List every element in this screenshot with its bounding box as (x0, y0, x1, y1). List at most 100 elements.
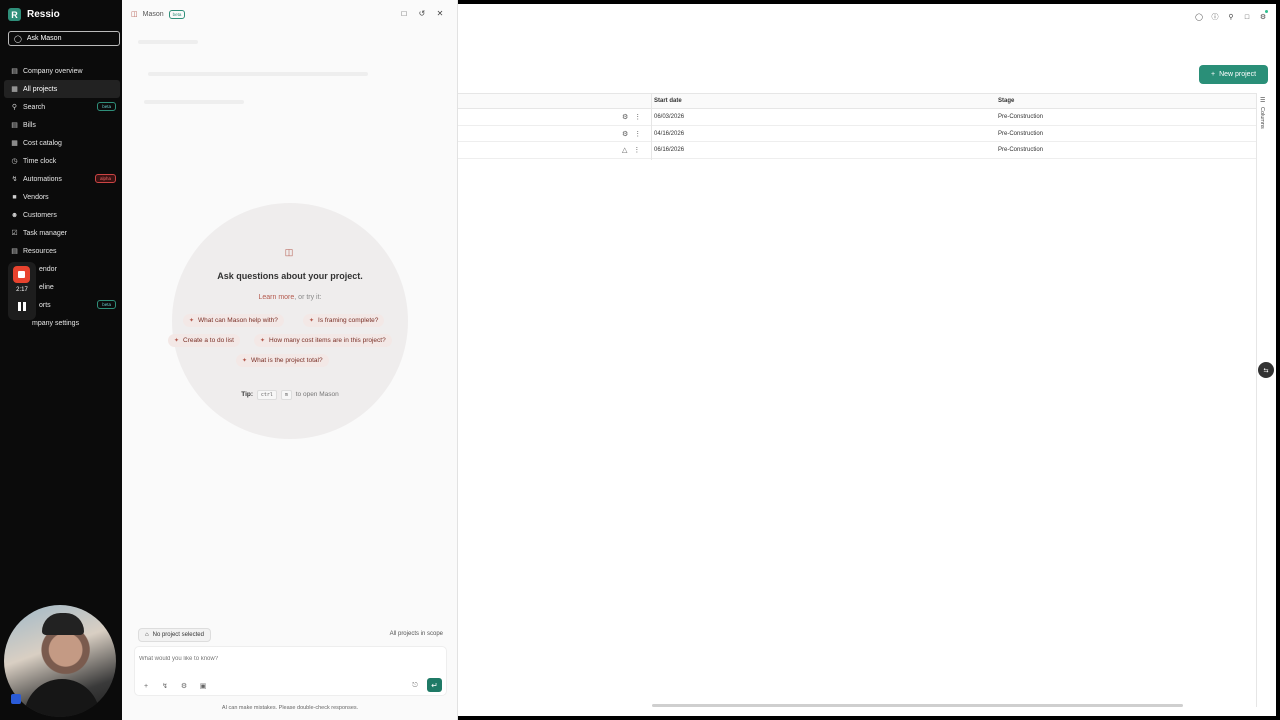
project-scope-chip[interactable]: ⌂ No project selected (138, 628, 211, 642)
new-project-button[interactable]: + New project (1199, 65, 1268, 84)
more-icon[interactable]: ⋮ (634, 130, 641, 138)
table-row[interactable]: ⚙ ⋮ 04/16/2026 Pre-Construction (458, 126, 1256, 142)
wand-icon: ✦ (174, 338, 180, 344)
mason-input-box: + ↯ ⚙ ▣ ⎋ (134, 646, 447, 696)
kbd-m: m (280, 390, 292, 400)
learn-more-line: Learn more, or try it: (122, 294, 458, 301)
sidebar-item-time-clock[interactable]: ◷ Time clock (4, 152, 120, 170)
bell-icon[interactable]: ⚙ (622, 113, 628, 121)
sidebar-item-automations[interactable]: ↯ Automations alpha (4, 170, 120, 188)
sidebar-item-resources[interactable]: ▤ Resources (4, 242, 120, 260)
sidebar-item-label: Bills (23, 121, 36, 129)
resources-icon: ▤ (11, 248, 18, 255)
sidebar-item-company-overview[interactable]: ▤ Company overview (4, 62, 120, 80)
customers-icon: ☻ (10, 211, 19, 219)
bell-icon[interactable]: △ (622, 146, 627, 154)
ask-mason-label: Ask Mason (26, 35, 62, 42)
chat-bubbles-icon: ◫ (284, 247, 294, 257)
catalog-icon: ▦ (11, 140, 18, 147)
toggle-icon: ⇆ (1263, 367, 1269, 374)
sparkle-icon: ✦ (260, 338, 266, 344)
image-icon[interactable]: ▣ (198, 681, 208, 691)
screen-recorder-widget: 2:17 (8, 262, 36, 320)
suggestion-label: How many cost items are in this project? (269, 337, 386, 344)
sidebar-item-label: Time clock (23, 157, 57, 165)
close-icon[interactable]: ✕ (435, 8, 445, 18)
sidebar-item-label: Automations (23, 175, 62, 183)
more-icon[interactable]: ⋮ (634, 113, 641, 121)
or-try-text: , or try it: (294, 294, 322, 301)
stage-cell: Pre-Construction (998, 114, 1044, 120)
search-icon: ⚲ (11, 104, 18, 111)
alpha-badge: alpha (94, 174, 116, 183)
suggestion-chip[interactable]: ✦ How many cost items are in this project… (254, 334, 392, 347)
sidebar-item-task-manager[interactable]: ☑ Task manager (4, 224, 120, 242)
add-icon[interactable]: + (141, 681, 151, 691)
stage-header[interactable]: Stage (998, 98, 1014, 104)
webcam-person-cap (42, 613, 84, 635)
app-name: Ressio (27, 9, 60, 20)
learn-more-link[interactable]: Learn more (258, 294, 294, 301)
tip-text: to open Mason (295, 391, 339, 398)
row-actions: △ ⋮ (622, 146, 640, 154)
start-date-header[interactable]: Start date (654, 98, 682, 104)
recording-time: 2:17 (16, 287, 28, 293)
clock-icon: ◷ (11, 158, 18, 165)
new-chat-icon[interactable]: □ (399, 8, 409, 18)
ask-mason-button[interactable]: ◯ Ask Mason (8, 31, 120, 46)
folder-icon: ▦ (11, 86, 18, 93)
stage-cell: Pre-Construction (998, 130, 1044, 137)
columns-panel-toggle[interactable]: ☰ Columns (1256, 93, 1268, 707)
bell-icon[interactable]: ⚙ (622, 130, 628, 138)
suggestion-chip[interactable]: ✦ Is framing complete? (303, 314, 385, 327)
help-icon[interactable]: ◯ (1194, 12, 1204, 22)
search-icon[interactable]: ⚲ (1226, 12, 1236, 22)
floating-toggle-button[interactable]: ⇆ (1258, 362, 1274, 378)
new-project-label: New project (1219, 71, 1257, 78)
sidebar-item-vendors[interactable]: ■ Vendors (4, 188, 120, 206)
kbd-ctrl: ctrl (256, 390, 277, 400)
row-actions: ⚙ ⋮ (622, 130, 641, 138)
suggestion-label: Create a to do list (183, 337, 234, 344)
background-ghost-text (138, 40, 198, 44)
sidebar-item-label: Cost catalog (23, 139, 62, 147)
history-icon[interactable]: ↺ (417, 8, 427, 18)
send-button[interactable]: ↵ (427, 678, 442, 692)
pause-icon[interactable] (17, 302, 27, 312)
tip-label: Tip: (241, 391, 254, 398)
info-icon[interactable]: ⓘ (1210, 12, 1220, 22)
microphone-icon[interactable]: ⎋ (410, 681, 420, 691)
sidebar-item-all-projects[interactable]: ▦ All projects (4, 80, 120, 98)
table-header: Start date Stage (458, 93, 1256, 109)
start-date-cell: 04/16/2026 (654, 130, 685, 137)
background-ghost-text (148, 72, 368, 76)
suggestion-chip[interactable]: ✦ Create a to do list (168, 334, 240, 347)
chat-icon[interactable]: □ (1242, 12, 1252, 22)
sidebar-item-label: mpany settings (32, 319, 80, 327)
sidebar-item-label: orts (39, 301, 51, 309)
table-row[interactable]: ⚙ ⋮ 06/03/2026 Pre-Construction (458, 109, 1256, 126)
more-icon[interactable]: ⋮ (633, 146, 640, 154)
sidebar-item-label: endor (39, 265, 57, 273)
sidebar-item-customers[interactable]: ☻ Customers (4, 206, 120, 224)
column-divider (651, 93, 652, 160)
mason-prompt-input[interactable] (139, 656, 419, 662)
notifications-icon[interactable]: ⚙ (1258, 10, 1268, 22)
horizontal-scrollbar[interactable] (652, 704, 1183, 707)
sidebar-item-label: eline (39, 283, 54, 291)
bolt-icon[interactable]: ↯ (160, 681, 170, 691)
suggestion-label: Is framing complete? (318, 317, 379, 324)
stop-recording-button[interactable] (13, 266, 30, 283)
sidebar-item-bills[interactable]: ▤ Bills (4, 116, 120, 134)
suggestion-chip[interactable]: ✦ What can Mason help with? (183, 314, 284, 327)
settings-icon[interactable]: ⚙ (179, 681, 189, 691)
sidebar-item-search[interactable]: ⚲ Search beta (4, 98, 120, 116)
scope-chip-label: No project selected (152, 632, 204, 638)
table-row[interactable]: △ ⋮ 06/16/2026 Pre-Construction (458, 142, 1256, 159)
suggestion-chip[interactable]: ✦ What is the project total? (236, 354, 329, 367)
plus-icon: + (1210, 71, 1216, 78)
brand[interactable]: R Ressio (8, 8, 60, 21)
mason-heading: Ask questions about your project. (217, 271, 363, 281)
sidebar-item-cost-catalog[interactable]: ▦ Cost catalog (4, 134, 120, 152)
chart-icon: ▤ (11, 68, 18, 75)
